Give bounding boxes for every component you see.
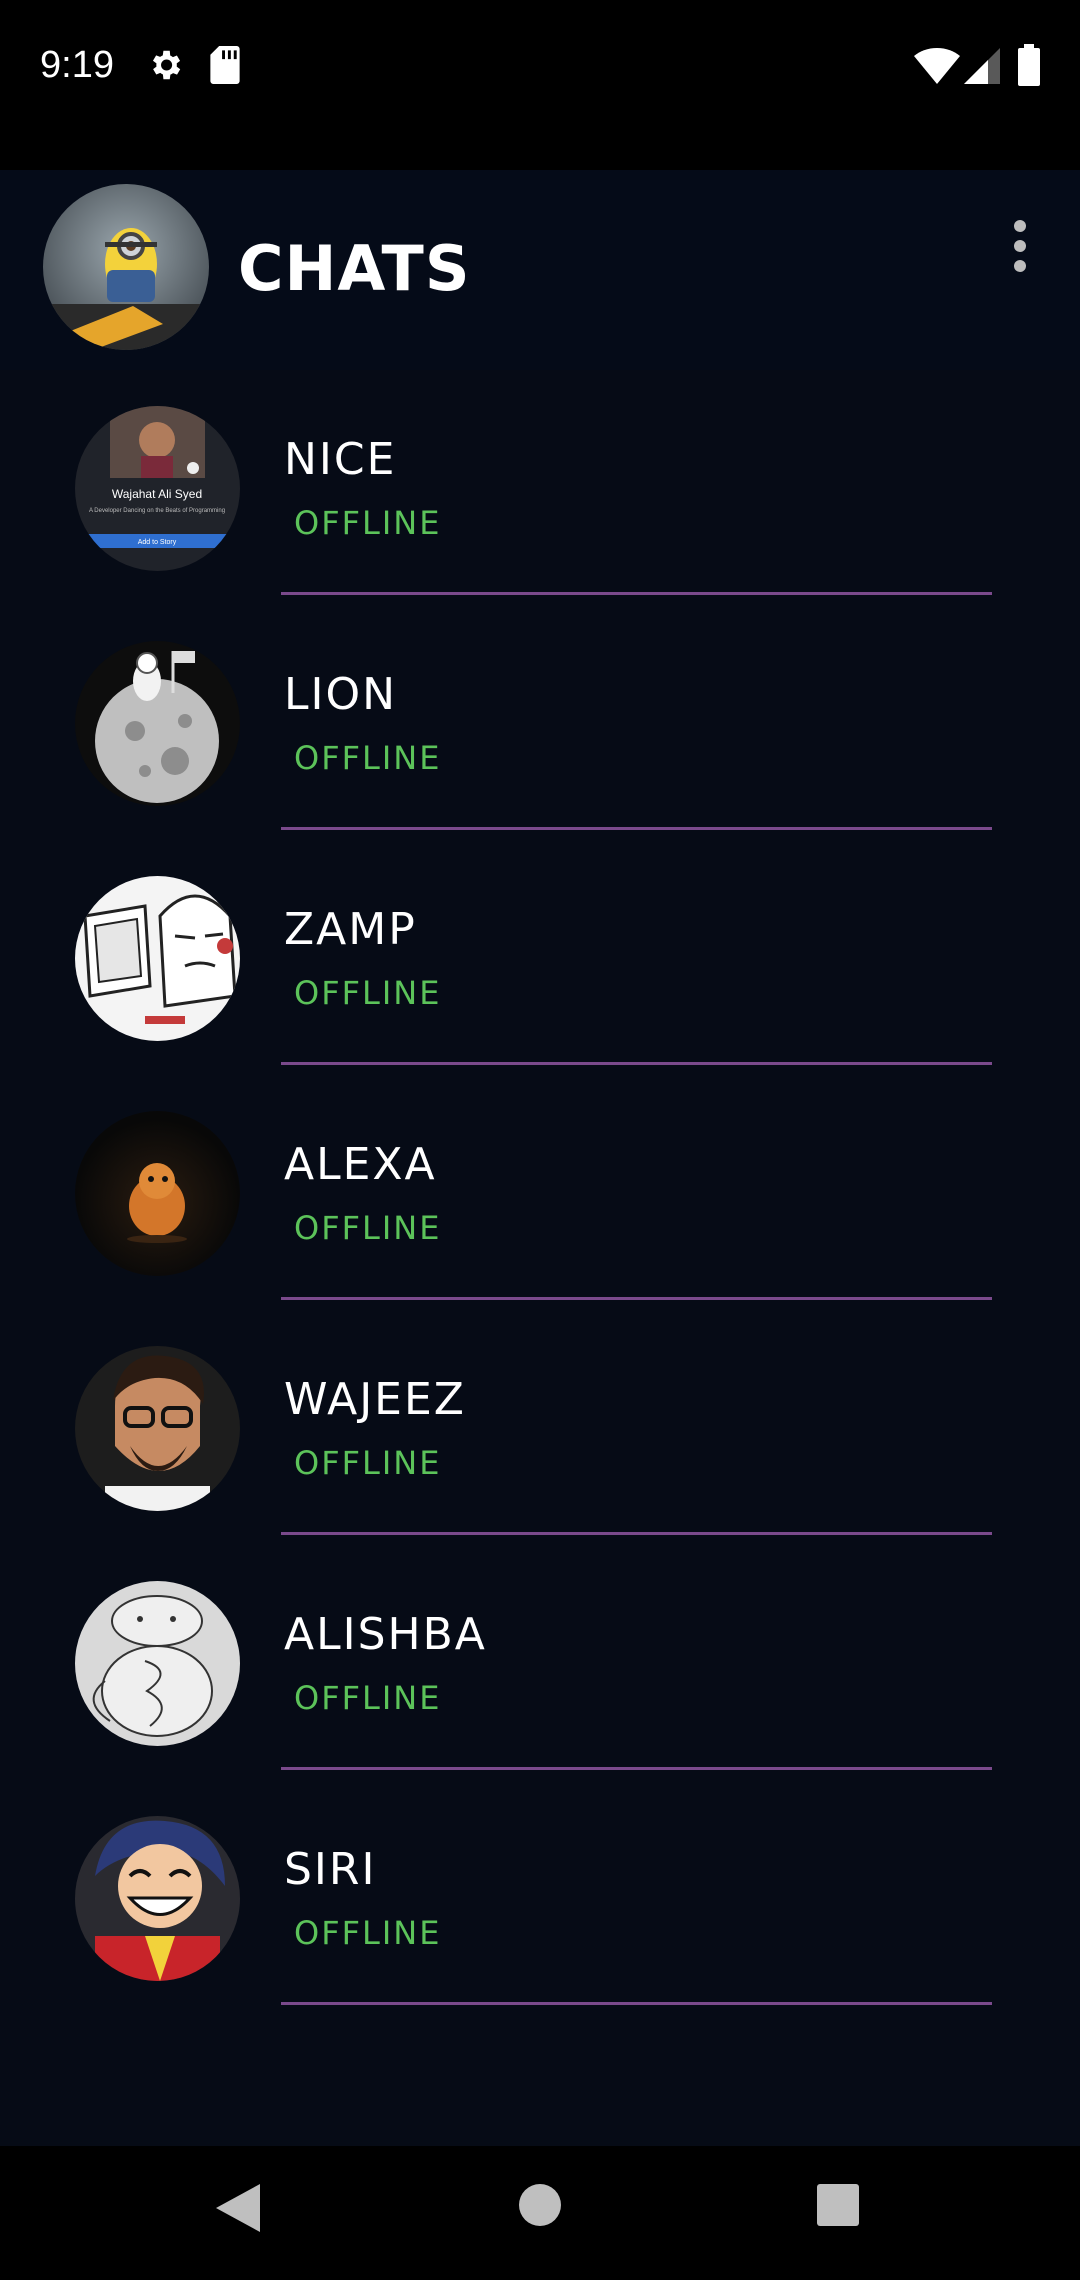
chat-status: OFFLINE — [294, 974, 442, 1012]
divider — [281, 827, 992, 830]
battery-icon — [1018, 44, 1040, 86]
avatar — [75, 1581, 240, 1746]
avatar — [75, 1346, 240, 1511]
chat-status: OFFLINE — [294, 1914, 442, 1952]
avatar-name-text: Wajahat Ali Syed — [112, 487, 202, 501]
chat-item[interactable]: ALISHBA OFFLINE — [0, 1555, 1080, 1790]
status-time: 9:19 — [40, 44, 114, 86]
profile-avatar[interactable] — [43, 184, 209, 350]
avatar — [75, 641, 240, 806]
chat-name: ZAMP — [284, 904, 417, 955]
divider — [281, 2002, 992, 2005]
settings-icon — [152, 50, 181, 80]
divider — [281, 1297, 992, 1300]
status-bar: 9:19 — [0, 0, 1080, 170]
signal-icon — [964, 48, 1000, 84]
avatar — [75, 876, 240, 1041]
recents-icon[interactable] — [817, 2184, 859, 2226]
divider — [281, 1767, 992, 1770]
chat-name: SIRI — [284, 1844, 377, 1895]
back-icon[interactable] — [216, 2184, 260, 2232]
chat-name: WAJEEZ — [284, 1374, 466, 1425]
divider — [281, 592, 992, 595]
avatar-button-text: Add to Story — [138, 539, 177, 546]
chat-status: OFFLINE — [294, 739, 442, 777]
chat-item[interactable]: WAJEEZ OFFLINE — [0, 1320, 1080, 1555]
avatar-tagline-text: A Developer Dancing on the Beats of Prog… — [89, 508, 225, 514]
chat-status: OFFLINE — [294, 1209, 442, 1247]
chat-item[interactable]: Wajahat Ali Syed A Developer Dancing on … — [0, 380, 1080, 615]
divider — [281, 1532, 992, 1535]
divider — [281, 1062, 992, 1065]
avatar: Wajahat Ali Syed A Developer Dancing on … — [75, 406, 240, 571]
wifi-icon — [914, 48, 960, 84]
chat-name: LION — [284, 669, 398, 720]
chat-item[interactable]: ZAMP OFFLINE — [0, 850, 1080, 1085]
more-vertical-icon[interactable] — [1005, 220, 1035, 280]
chat-name: ALISHBA — [284, 1609, 487, 1660]
chat-item[interactable]: ALEXA OFFLINE — [0, 1085, 1080, 1320]
avatar — [75, 1111, 240, 1276]
sd-card-icon — [210, 46, 240, 84]
page-title: CHATS — [238, 232, 471, 305]
chat-status: OFFLINE — [294, 504, 442, 542]
chat-status: OFFLINE — [294, 1444, 442, 1482]
chat-name: NICE — [284, 434, 397, 485]
home-icon[interactable] — [519, 2184, 561, 2226]
chat-item[interactable]: SIRI OFFLINE — [0, 1790, 1080, 2025]
navigation-bar — [0, 2146, 1080, 2280]
chat-status: OFFLINE — [294, 1679, 442, 1717]
avatar — [75, 1816, 240, 1981]
chat-name: ALEXA — [284, 1139, 437, 1190]
chat-item[interactable]: LION OFFLINE — [0, 615, 1080, 850]
